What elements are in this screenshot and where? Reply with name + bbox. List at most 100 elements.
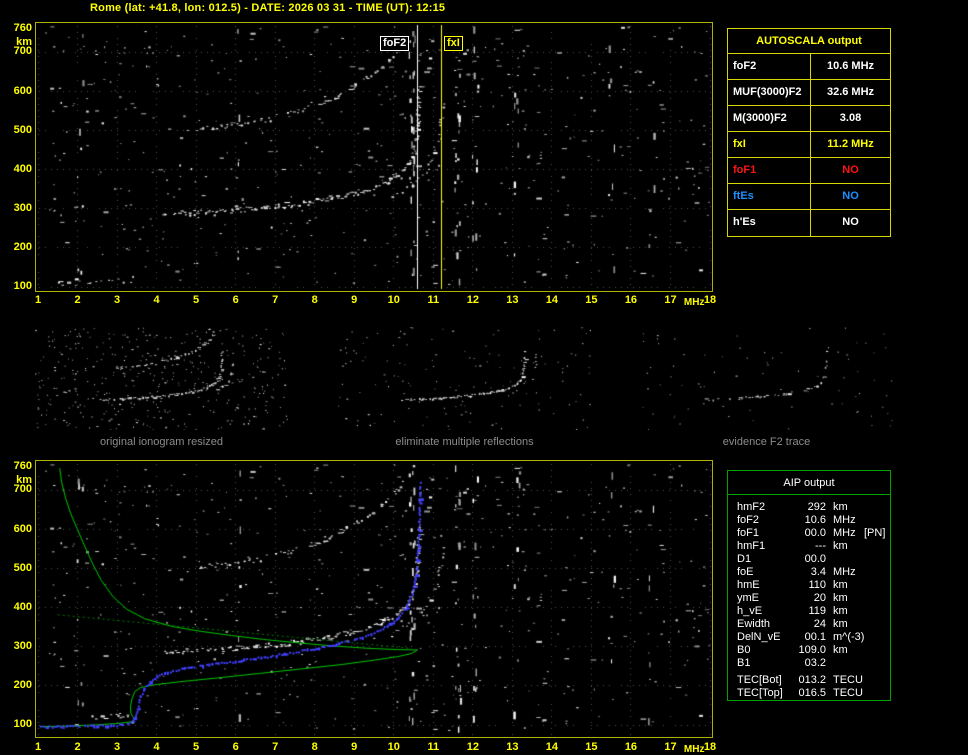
y-axis-unit-label: km: [16, 36, 32, 48]
aip-table-rows: hmF2 292 km foF2 10.6 MHz foF1 00.0 MHz [PN] hmF1 -…: [728, 495, 890, 700]
param-note: [862, 501, 890, 514]
x-tick-label: 17: [664, 741, 677, 753]
param-note: [862, 687, 890, 700]
param-unit: TECU: [833, 687, 863, 699]
param-value: 00.0: [804, 553, 826, 565]
param-name: D1: [737, 553, 752, 565]
x-tick-label: 7: [272, 741, 279, 753]
x-tick-label: 1: [34, 741, 42, 753]
x-tick-label: 16: [624, 294, 638, 306]
aip-row: TEC[Top] 016.5 TECU: [728, 687, 890, 700]
y-tick-label: 600: [13, 84, 32, 97]
param-note: [862, 566, 890, 579]
param-name: hmF2: [737, 501, 766, 513]
param-value: 00.1: [804, 631, 826, 643]
param-value: 016.5: [798, 687, 826, 699]
param-name: fxI: [728, 132, 811, 157]
autoscala-row: foF1 NO: [728, 158, 890, 184]
y-tick-label: 100: [13, 280, 32, 293]
autoscala-row: fxI 11.2 MHz: [728, 132, 890, 158]
x-tick-label: 9: [351, 741, 358, 753]
thumbnail-canvas-evidence: [640, 327, 893, 430]
x-tick-label: 2: [74, 294, 81, 306]
x-tick-label: 3: [113, 294, 121, 306]
param-value: 292: [807, 501, 826, 513]
param-unit: km: [833, 592, 848, 604]
param-note: [862, 674, 890, 687]
x-tick-label: 4: [153, 741, 160, 753]
param-note: [862, 514, 890, 527]
x-tick-label: 5: [193, 294, 200, 306]
param-value: 10.6: [804, 514, 826, 526]
param-note: [PN]: [864, 527, 886, 539]
fxI-marker-label: fxI: [444, 36, 463, 51]
x-tick-label: 17: [664, 294, 677, 306]
x-tick-label: 5: [193, 741, 200, 753]
param-unit: TECU: [833, 674, 863, 686]
param-value: 20: [813, 592, 826, 604]
x-tick-label: 12: [466, 294, 479, 306]
y-tick-label: 200: [13, 240, 32, 253]
x-tick-label: 7: [272, 294, 279, 306]
y-tick-label: 600: [13, 522, 32, 535]
param-value: 119: [808, 605, 826, 617]
param-name: MUF(3000)F2: [728, 80, 811, 105]
x-tick-label: 9: [351, 294, 358, 306]
aip-row: B0 109.0 km: [728, 644, 890, 657]
x-tick-label: 10: [387, 741, 400, 753]
param-note: [862, 605, 890, 618]
autoscala-row: h'Es NO: [728, 210, 890, 236]
param-value: 24: [813, 618, 826, 630]
param-value: 00.0: [804, 527, 826, 539]
autoscala-row: foF2 10.6 MHz: [728, 54, 890, 80]
thumbnail-caption-original: original ionogram resized: [100, 436, 223, 448]
param-value: 110: [808, 579, 826, 591]
thumbnail-eliminate-reflections: [338, 327, 591, 430]
aip-row: B1 03.2: [728, 657, 890, 670]
param-name: TEC[Bot]: [737, 674, 782, 686]
param-name: hmF1: [737, 540, 766, 552]
x-axis-unit-label: MHz: [683, 744, 705, 755]
aip-row: hmF2 292 km: [728, 501, 890, 514]
param-unit: km: [833, 618, 848, 630]
x-tick-label: 12: [466, 741, 479, 753]
ionogram-plot-top: foF2 fxI: [35, 22, 713, 292]
param-name: foF2: [737, 514, 760, 526]
param-value: 10.6 MHz: [826, 60, 875, 72]
param-name: foF1: [737, 527, 760, 539]
x-tick-label: 13: [506, 741, 519, 753]
param-unit: MHz: [833, 514, 856, 526]
param-name: ftEs: [728, 184, 811, 209]
param-unit: MHz: [833, 527, 856, 539]
param-value: 3.08: [839, 112, 862, 124]
x-tick-label: 6: [232, 741, 239, 753]
param-unit: km: [833, 605, 848, 617]
x-tick-label: 11: [427, 294, 440, 306]
autoscala-window: Rome (lat: +41.8, lon: 012.5) - DATE: 20…: [0, 0, 968, 755]
ionogram-canvas-top: [36, 23, 712, 291]
ionogram-canvas-bottom: [36, 461, 712, 737]
param-note: [862, 618, 890, 631]
aip-row: foF2 10.6 MHz: [728, 514, 890, 527]
autoscala-row: MUF(3000)F2 32.6 MHz: [728, 80, 890, 106]
param-value: 03.2: [804, 657, 826, 669]
page-title: Rome (lat: +41.8, lon: 012.5) - DATE: 20…: [90, 2, 446, 14]
aip-row: hmF1 --- km: [728, 540, 890, 553]
y-tick-label: 500: [13, 123, 32, 136]
param-unit: [826, 553, 862, 566]
y-tick-label: 760: [13, 460, 32, 472]
aip-table-title: AIP output: [728, 471, 890, 495]
aip-row: ymE 20 km: [728, 592, 890, 605]
param-name: B0: [737, 644, 751, 656]
param-name: h_vE: [737, 605, 763, 617]
y-tick-label: 400: [13, 162, 32, 175]
y-tick-label: 300: [13, 201, 32, 214]
param-unit: [826, 657, 862, 670]
param-name: ymE: [737, 592, 759, 604]
x-tick-label: 15: [585, 741, 598, 753]
y-axis-unit-label: km: [16, 474, 32, 486]
thumbnail-canvas-eliminate: [338, 327, 591, 430]
x-tick-label: 10: [387, 294, 400, 306]
aip-output-table: AIP output hmF2 292 km foF2 10.6 MHz foF1 00.0 M…: [727, 470, 891, 701]
foF2-marker-label: foF2: [380, 36, 410, 51]
